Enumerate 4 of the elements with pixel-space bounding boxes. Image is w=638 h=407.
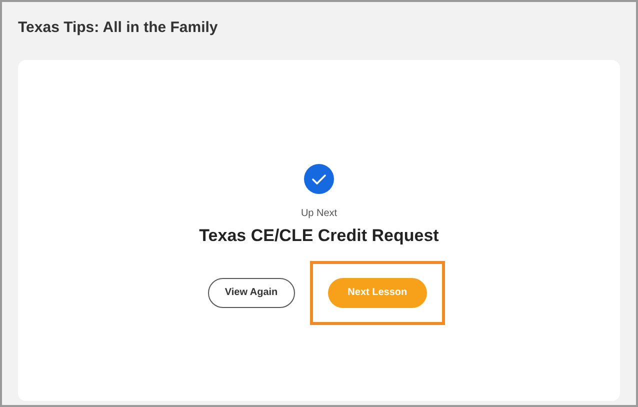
- up-next-label: Up Next: [300, 207, 338, 221]
- page-title: Texas Tips: All in the Family: [18, 19, 218, 36]
- view-again-button[interactable]: View Again: [208, 278, 295, 308]
- lesson-title: Texas CE/CLE Credit Request: [199, 225, 439, 247]
